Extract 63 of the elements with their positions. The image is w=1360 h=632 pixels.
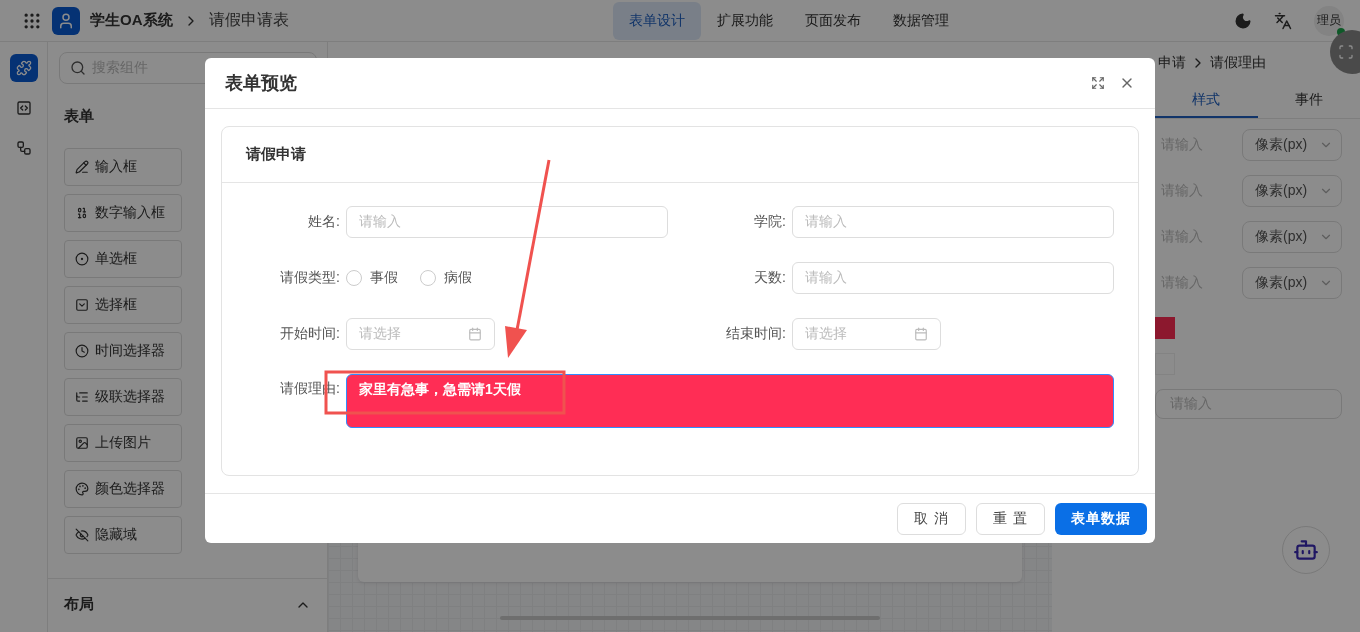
- rail-button[interactable]: [9, 54, 38, 82]
- field-label: 姓名:: [307, 213, 340, 231]
- component-item[interactable]: 时间选择器: [64, 332, 182, 370]
- logo: [52, 6, 80, 35]
- field-label: 学院:: [753, 213, 786, 231]
- dropdown-icon: [75, 298, 89, 312]
- panel-tab[interactable]: 事件: [1257, 84, 1360, 118]
- app-name: 学生OA系统: [90, 11, 173, 30]
- component-item[interactable]: 选择框: [64, 286, 182, 324]
- field-label: 请假类型:: [279, 269, 340, 287]
- palette-icon: [75, 482, 89, 496]
- section-title: 表单: [64, 106, 94, 126]
- breadcrumb-item: 请假理由: [1210, 54, 1266, 72]
- flow-icon: [15, 140, 32, 156]
- reason-textarea[interactable]: 家里有急事，急需请1天假: [346, 374, 1114, 428]
- puzzle-icon: [15, 60, 32, 76]
- page-title: 请假申请表: [208, 10, 289, 30]
- component-item[interactable]: 级联选择器: [64, 378, 182, 416]
- dialog-button[interactable]: 取 消: [897, 502, 967, 535]
- component-item[interactable]: 颜色选择器: [64, 470, 182, 508]
- component-item[interactable]: 单选框: [64, 240, 182, 278]
- field-label: 结束时间:: [725, 325, 786, 343]
- user-avatar[interactable]: 理员: [1314, 5, 1344, 36]
- calendar-icon: [468, 327, 482, 341]
- code-window-icon: [15, 100, 32, 116]
- expand-icon[interactable]: [1091, 76, 1105, 90]
- list-tree-icon: [75, 390, 89, 404]
- toggle-box[interactable]: [1155, 353, 1175, 375]
- translate-icon[interactable]: [1274, 11, 1292, 30]
- nav-tab[interactable]: 扩展功能: [701, 1, 790, 40]
- image-icon: [75, 436, 89, 450]
- component-item[interactable]: 数字输入框: [64, 194, 182, 232]
- clock-icon: [75, 344, 89, 358]
- color-swatch[interactable]: [1155, 317, 1175, 339]
- breadcrumb-item[interactable]: 申请: [1158, 54, 1186, 72]
- moon-icon[interactable]: [1234, 11, 1252, 30]
- component-item[interactable]: 上传图片: [64, 424, 182, 462]
- calendar-icon: [914, 327, 928, 341]
- fullscreen-icon: [1338, 44, 1354, 60]
- radio-label: 事假: [370, 269, 398, 287]
- unit-select[interactable]: 像素(px): [1242, 129, 1342, 161]
- unit-select[interactable]: 像素(px): [1242, 221, 1342, 253]
- assistant-button[interactable]: [1282, 526, 1330, 574]
- radio-label: 病假: [444, 269, 472, 287]
- robot-icon: [1293, 537, 1319, 563]
- unit-select[interactable]: 像素(px): [1242, 267, 1342, 299]
- field-label: 天数:: [753, 269, 786, 287]
- submit-button[interactable]: 表单数据: [1055, 502, 1147, 535]
- component-item[interactable]: 隐藏域: [64, 516, 182, 554]
- component-item[interactable]: 输入框: [64, 148, 182, 186]
- field-label: 开始时间:: [279, 325, 340, 343]
- number-icon: [75, 206, 89, 220]
- nav-tab[interactable]: 数据管理: [877, 1, 966, 40]
- eye-off-icon: [75, 528, 89, 542]
- dialog-button[interactable]: 重 置: [976, 502, 1045, 535]
- search-icon: [70, 60, 86, 76]
- radio-icon: [75, 252, 89, 266]
- pencil-icon: [75, 160, 89, 174]
- unit-select[interactable]: 像素(px): [1242, 175, 1342, 207]
- card-title: 请假申请: [246, 145, 306, 164]
- section-title: 布局: [64, 595, 94, 614]
- nav-tab[interactable]: 页面发布: [789, 1, 878, 40]
- nav-tab[interactable]: 表单设计: [613, 1, 702, 40]
